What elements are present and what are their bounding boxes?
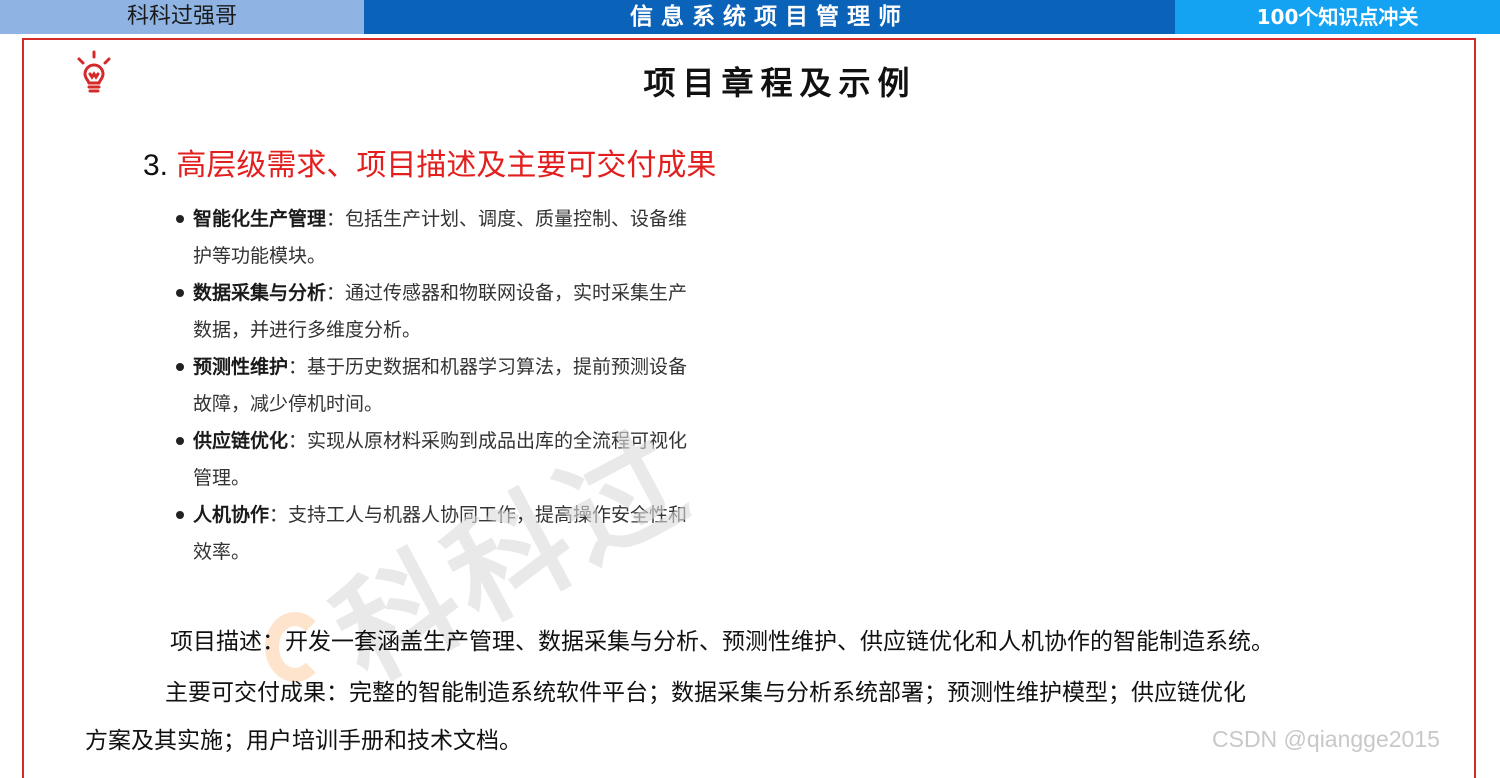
list-item: 供应链优化：实现从原材料采购到成品出库的全流程可视化管理。 [174, 423, 694, 497]
page-title: 项目章程及示例 [643, 64, 917, 102]
feature-list: 智能化生产管理：包括生产计划、调度、质量控制、设备维护等功能模块。 数据采集与分… [174, 201, 694, 571]
project-description: 项目描述：开发一套涵盖生产管理、数据采集与分析、预测性维护、供应链优化和人机协作… [170, 629, 1274, 655]
feature-term: 智能化生产管理 [193, 208, 327, 230]
list-item: 人机协作：支持工人与机器人协同工作，提高操作安全性和效率。 [174, 497, 694, 571]
list-item: 智能化生产管理：包括生产计划、调度、质量控制、设备维护等功能模块。 [174, 201, 694, 275]
lightbulb-icon [77, 50, 111, 93]
section-heading: 3. 高层级需求、项目描述及主要可交付成果 [143, 140, 716, 184]
bullet-icon [176, 511, 184, 519]
list-item: 预测性维护：基于历史数据和机器学习算法，提前预测设备故障，减少停机时间。 [174, 349, 694, 423]
section-heading-text: 高层级需求、项目描述及主要可交付成果 [176, 149, 717, 182]
feature-term: 供应链优化 [193, 430, 289, 452]
banner-series: 100个知识点冲关 [1175, 0, 1500, 34]
bullet-icon [176, 437, 184, 445]
banner-author: 科科过强哥 [0, 0, 364, 34]
deliverables-line-1: 主要可交付成果：完整的智能制造系统软件平台；数据采集与分析系统部署；预测性维护模… [165, 680, 1246, 706]
feature-term: 数据采集与分析 [193, 282, 327, 304]
list-item: 数据采集与分析：通过传感器和物联网设备，实时采集生产数据，并进行多维度分析。 [174, 275, 694, 349]
top-banner: 科科过强哥 信息系统项目管理师 100个知识点冲关 [0, 0, 1500, 34]
feature-term: 预测性维护 [193, 356, 289, 378]
bullet-icon [176, 215, 184, 223]
csdn-watermark: CSDN @qiangge2015 [1212, 726, 1440, 752]
section-number: 3. [143, 149, 169, 182]
feature-term: 人机协作 [193, 504, 270, 526]
deliverables-line-2: 方案及其实施；用户培训手册和技术文档。 [85, 728, 522, 754]
bullet-icon [176, 289, 184, 297]
banner-course-title: 信息系统项目管理师 [364, 0, 1175, 34]
bullet-icon [176, 363, 184, 371]
